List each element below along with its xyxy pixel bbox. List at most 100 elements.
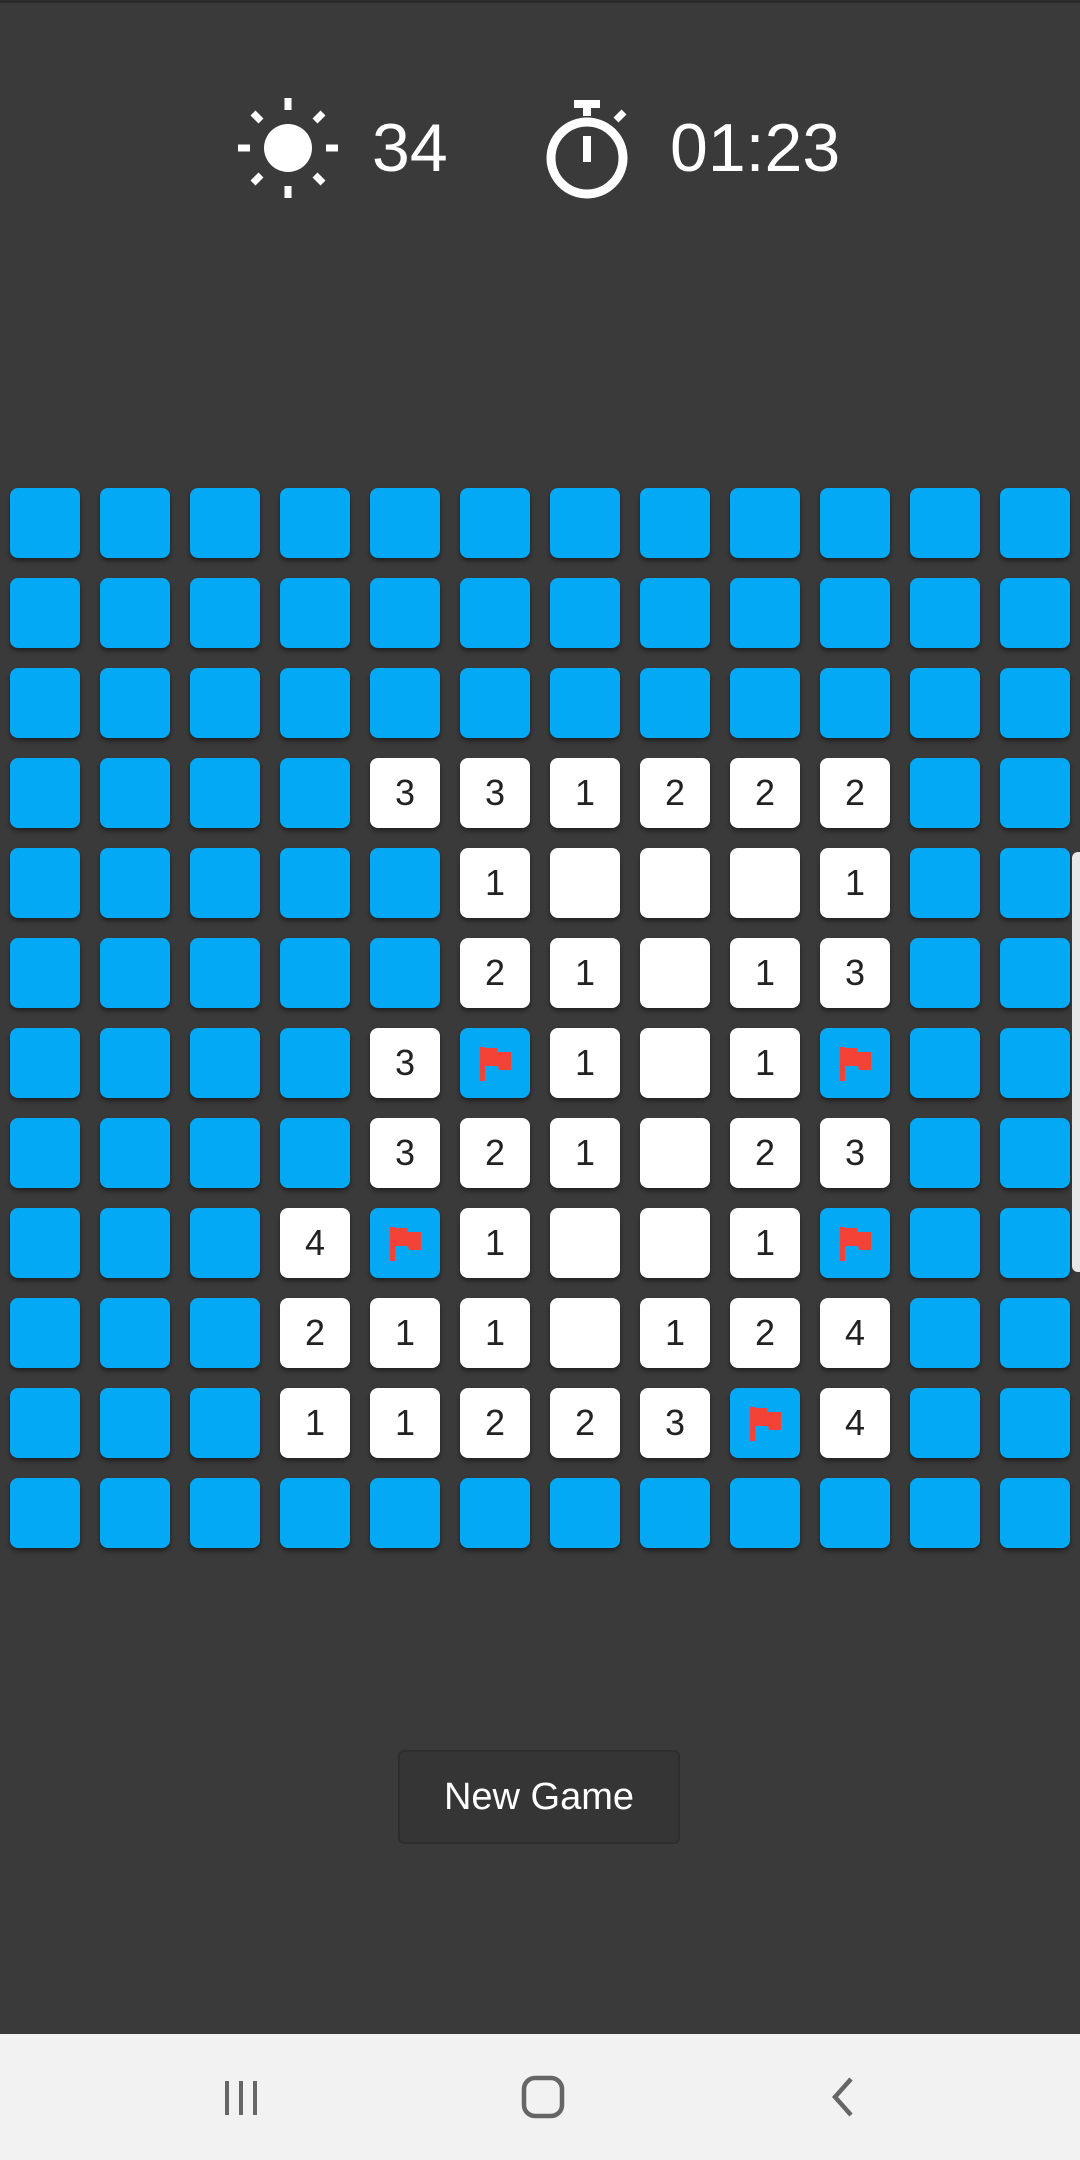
tile-hidden[interactable] [1000,1028,1070,1098]
tile-number-1[interactable]: 1 [460,1298,530,1368]
tile-hidden[interactable] [370,1478,440,1548]
tile-revealed-empty[interactable] [550,1298,620,1368]
tile-hidden[interactable] [10,578,80,648]
tile-hidden[interactable] [910,578,980,648]
tile-number-3[interactable]: 3 [640,1388,710,1458]
tile-hidden[interactable] [910,1388,980,1458]
tile-number-3[interactable]: 3 [370,1118,440,1188]
tile-number-1[interactable]: 1 [370,1388,440,1458]
tile-hidden[interactable] [280,848,350,918]
back-button[interactable] [800,2054,890,2140]
tile-number-1[interactable]: 1 [460,1208,530,1278]
new-game-button[interactable]: New Game [398,1750,680,1844]
tile-number-2[interactable]: 2 [640,758,710,828]
tile-revealed-empty[interactable] [640,1118,710,1188]
tile-hidden[interactable] [10,848,80,918]
tile-hidden[interactable] [550,488,620,558]
tile-number-3[interactable]: 3 [370,758,440,828]
tile-hidden[interactable] [910,668,980,738]
tile-hidden[interactable] [10,1478,80,1548]
tile-hidden[interactable] [100,1388,170,1458]
tile-hidden[interactable] [100,758,170,828]
tile-number-1[interactable]: 1 [280,1388,350,1458]
tile-number-2[interactable]: 2 [820,758,890,828]
tile-number-1[interactable]: 1 [550,758,620,828]
tile-hidden[interactable] [190,488,260,558]
tile-number-1[interactable]: 1 [550,1028,620,1098]
recent-apps-button[interactable] [196,2054,286,2140]
tile-flagged[interactable] [730,1388,800,1458]
tile-hidden[interactable] [1000,488,1070,558]
tile-number-1[interactable]: 1 [460,848,530,918]
tile-hidden[interactable] [100,578,170,648]
tile-hidden[interactable] [280,758,350,828]
tile-hidden[interactable] [1000,758,1070,828]
tile-hidden[interactable] [820,668,890,738]
tile-revealed-empty[interactable] [550,848,620,918]
tile-hidden[interactable] [910,1118,980,1188]
tile-number-2[interactable]: 2 [550,1388,620,1458]
home-button[interactable] [498,2054,588,2140]
tile-number-4[interactable]: 4 [820,1298,890,1368]
tile-hidden[interactable] [910,1208,980,1278]
tile-number-2[interactable]: 2 [280,1298,350,1368]
tile-hidden[interactable] [190,938,260,1008]
tile-hidden[interactable] [100,668,170,738]
tile-flagged[interactable] [820,1028,890,1098]
tile-hidden[interactable] [460,578,530,648]
tile-hidden[interactable] [190,668,260,738]
tile-hidden[interactable] [280,1118,350,1188]
tile-hidden[interactable] [550,578,620,648]
tile-hidden[interactable] [280,938,350,1008]
tile-hidden[interactable] [640,488,710,558]
tile-hidden[interactable] [10,488,80,558]
tile-hidden[interactable] [640,578,710,648]
tile-hidden[interactable] [1000,848,1070,918]
tile-hidden[interactable] [370,578,440,648]
tile-hidden[interactable] [280,668,350,738]
tile-revealed-empty[interactable] [550,1208,620,1278]
tile-hidden[interactable] [190,1298,260,1368]
tile-hidden[interactable] [100,1298,170,1368]
tile-number-1[interactable]: 1 [730,938,800,1008]
tile-hidden[interactable] [640,668,710,738]
tile-number-2[interactable]: 2 [460,1118,530,1188]
tile-number-1[interactable]: 1 [820,848,890,918]
tile-hidden[interactable] [1000,1388,1070,1458]
tile-hidden[interactable] [640,1478,710,1548]
tile-hidden[interactable] [190,1028,260,1098]
tile-hidden[interactable] [190,848,260,918]
tile-number-2[interactable]: 2 [730,758,800,828]
tile-hidden[interactable] [910,488,980,558]
tile-number-1[interactable]: 1 [730,1208,800,1278]
tile-hidden[interactable] [10,1118,80,1188]
tile-hidden[interactable] [100,1028,170,1098]
tile-revealed-empty[interactable] [640,938,710,1008]
tile-hidden[interactable] [910,848,980,918]
tile-hidden[interactable] [460,488,530,558]
tile-hidden[interactable] [100,938,170,1008]
tile-hidden[interactable] [280,1478,350,1548]
tile-hidden[interactable] [1000,578,1070,648]
tile-hidden[interactable] [820,488,890,558]
tile-hidden[interactable] [10,1388,80,1458]
tile-number-2[interactable]: 2 [460,1388,530,1458]
tile-number-4[interactable]: 4 [820,1388,890,1458]
tile-hidden[interactable] [820,1478,890,1548]
tile-hidden[interactable] [550,1478,620,1548]
tile-hidden[interactable] [910,1028,980,1098]
tile-hidden[interactable] [10,938,80,1008]
tile-hidden[interactable] [1000,1298,1070,1368]
tile-hidden[interactable] [10,1028,80,1098]
tile-hidden[interactable] [10,758,80,828]
tile-hidden[interactable] [100,848,170,918]
tile-number-2[interactable]: 2 [730,1118,800,1188]
tile-hidden[interactable] [460,668,530,738]
tile-hidden[interactable] [100,1118,170,1188]
tile-revealed-empty[interactable] [640,848,710,918]
tile-number-3[interactable]: 3 [460,758,530,828]
tile-hidden[interactable] [730,488,800,558]
tile-number-1[interactable]: 1 [730,1028,800,1098]
tile-number-1[interactable]: 1 [550,938,620,1008]
tile-hidden[interactable] [100,1208,170,1278]
